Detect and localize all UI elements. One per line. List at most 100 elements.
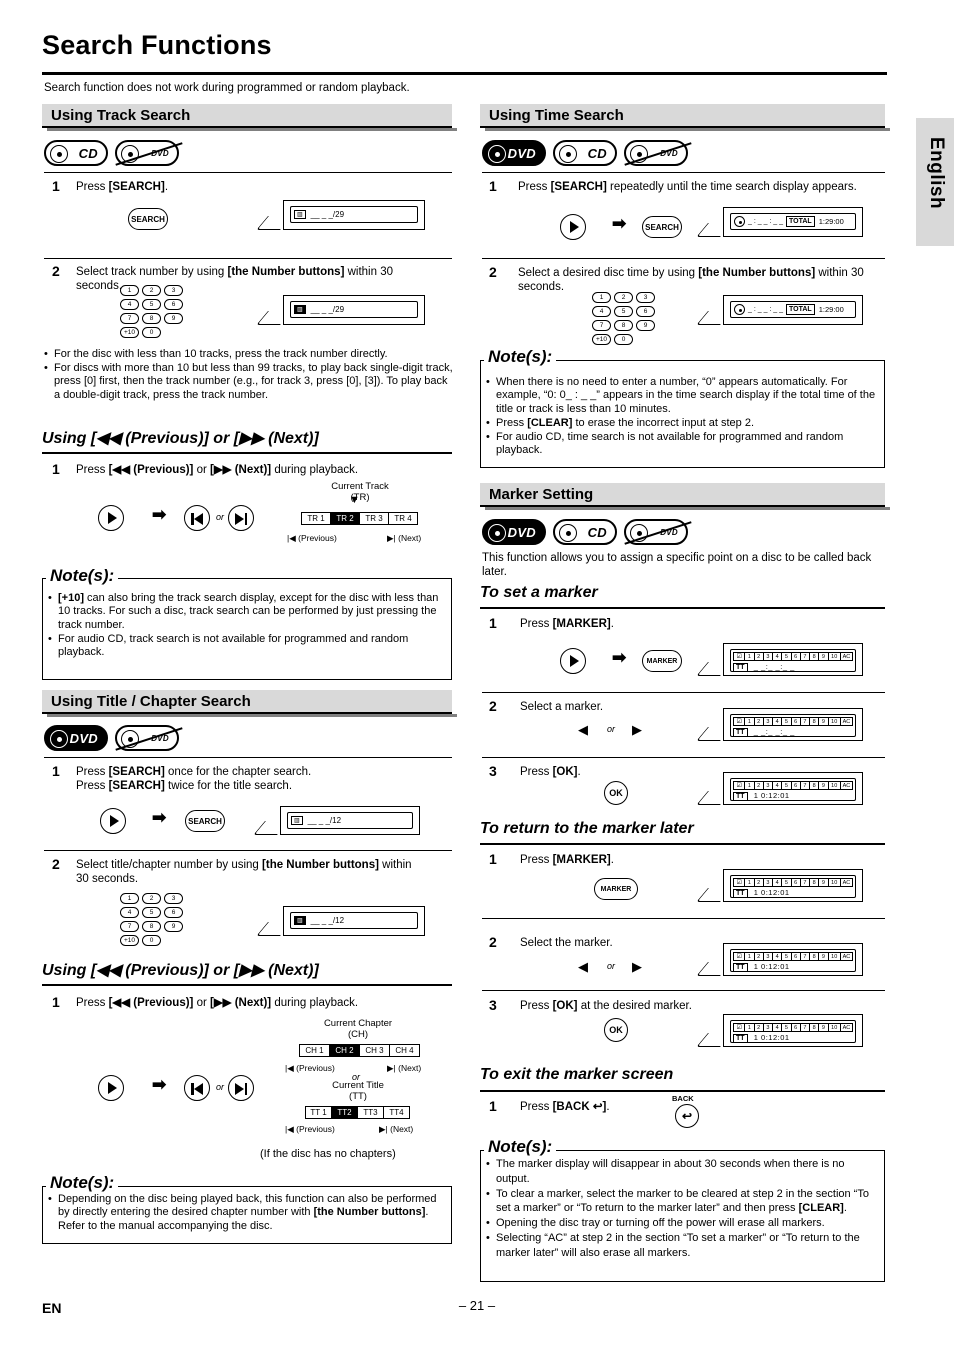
section-header-title-chapter-search: Using Title / Chapter Search: [42, 690, 457, 717]
marker-cell: 10: [827, 717, 841, 726]
subsection-divider: [480, 607, 885, 609]
section-title-title-chapter: Using Title / Chapter Search: [51, 693, 251, 710]
page-number: – 21 –: [458, 1298, 496, 1313]
arrow-down-icon: ▼: [349, 494, 360, 506]
disc-icon-cd: CD: [553, 140, 617, 166]
title-box: TT4: [383, 1106, 410, 1119]
ok-button-icon: OK: [604, 781, 628, 805]
marker-cell-row: ☑ 1 2 3 4 5 6 7 8 9 10 AC: [733, 952, 854, 961]
disc-label: DVD: [507, 524, 536, 540]
marker-button-icon: MARKER: [594, 878, 638, 900]
title-box: TT3: [357, 1106, 384, 1119]
disc-glyph-icon: [121, 145, 139, 163]
note-title: Note(s):: [484, 1137, 557, 1157]
marker-time: 1 0:12:01: [753, 791, 790, 800]
note-marker-items: The marker display will disappear in abo…: [486, 1157, 880, 1261]
marker-tt-badge: TT: [733, 889, 748, 898]
display-time-search-2: _ : _ _ : _ _ TOTAL 1:29:00: [696, 295, 863, 325]
step-text: Press [MARKER].: [520, 618, 614, 630]
display-track-search-2: ▥ __ _ _/29: [256, 295, 425, 325]
step-number: 1: [52, 994, 60, 1010]
note-item: Depending on the disc being played back,…: [48, 1193, 446, 1233]
marker-cell-ac: AC: [839, 1023, 854, 1032]
subsection-divider: [480, 843, 885, 845]
or-label: or: [216, 1082, 225, 1092]
display-value: __ _ _/12: [310, 916, 345, 925]
display-frame: _ : _ _ : _ _ TOTAL 1:29:00: [730, 213, 856, 230]
display-time-search-1: _ : _ _ : _ _ TOTAL 1:29:00: [696, 207, 863, 237]
display-tail: [696, 791, 732, 805]
play-button-icon: [560, 648, 586, 674]
display-marker-3: ☑ 1 2 3 4 5 6 7 8 9 10 AC TT 1 0:12:01: [696, 772, 863, 805]
divider: [482, 918, 885, 919]
marker-cell-ac: AC: [839, 652, 854, 661]
display-frame: ☑ 1 2 3 4 5 6 7 8 9 10 AC TT 1 0:12:01: [730, 949, 856, 972]
header-shadow: [485, 128, 890, 131]
display-tail: [696, 1033, 732, 1047]
display-frame: ▥ __ _ _/29: [290, 301, 418, 318]
disc-glyph-icon: [559, 145, 577, 163]
arrow-right-icon: ➡: [152, 505, 167, 524]
marker-cell: 10: [827, 952, 841, 961]
display-frame: ☑ 1 2 3 4 5 6 7 8 9 10 AC TT _ _:_ _:_ _: [730, 714, 856, 737]
label-line-2: (TT): [349, 1091, 367, 1102]
display-marker-2: ☑ 1 2 3 4 5 6 7 8 9 10 AC TT _ _:_ _:_ _: [696, 708, 863, 741]
footer-language-code: EN: [42, 1300, 62, 1316]
note-item: For audio CD, time search is not availab…: [486, 431, 880, 458]
or-label: or: [607, 961, 616, 971]
display-tail: [256, 922, 292, 936]
step-text: Press [◀◀ (Previous)] or [▶▶ (Next)] dur…: [76, 997, 359, 1009]
display-tail: [696, 311, 732, 325]
disc-label: DVD: [151, 733, 169, 743]
display-time-value: 1:29:00: [818, 217, 844, 226]
note-title: Note(s):: [46, 1173, 119, 1193]
note-track-items: [+10] can also bring the track search di…: [48, 592, 446, 660]
next-label: ▶| (Next): [387, 1063, 422, 1073]
disc-label: CD: [78, 145, 98, 161]
number-keypad-icon: 123 456 789 +10 0: [120, 285, 183, 341]
label-line-1: Current Track: [331, 481, 389, 492]
subsection-prev-next-chapter: Using [◀◀ (Previous)] or [▶▶ (Next)]: [42, 962, 319, 979]
marker-cell-ac: AC: [839, 717, 854, 726]
marker-cell-ac: AC: [839, 878, 854, 887]
key-label: MARKER: [646, 657, 678, 665]
display-return-marker-2: ☑ 1 2 3 4 5 6 7 8 9 10 AC TT 1 0:12:01: [696, 943, 863, 976]
marker-time: _ _:_ _:_ _: [753, 727, 795, 736]
media-icons-track-search: CD DVD: [44, 140, 179, 166]
note-chapter-items: Depending on the disc being played back,…: [48, 1193, 446, 1234]
step-number: 2: [489, 698, 497, 714]
title-divider: [42, 72, 887, 75]
display-tail: [696, 888, 732, 902]
display-total-badge: TOTAL: [786, 304, 815, 315]
marker-status-row: TT 1 0:12:01: [733, 962, 853, 972]
skip-previous-button-icon: [184, 1075, 210, 1101]
arrow-right-icon: ▶: [632, 722, 642, 737]
current-chapter-label: Current Chapter (CH): [298, 1018, 418, 1040]
disc-icon-dvd: DVD: [482, 140, 546, 166]
section-title-marker-setting: Marker Setting: [489, 486, 594, 503]
header-shadow: [485, 507, 890, 510]
step-number: 2: [489, 264, 497, 280]
disc-icon-dvd-disabled: DVD: [115, 725, 179, 751]
step-number: 2: [489, 934, 497, 950]
step-text: Press [SEARCH].: [76, 181, 169, 193]
disc-icon-dvd-disabled: DVD: [624, 140, 688, 166]
marker-tt-badge: TT: [733, 728, 748, 737]
track-box: TR 3: [359, 512, 389, 525]
language-tab-label: English: [926, 136, 947, 210]
disc-label: CD: [587, 524, 607, 540]
divider: [44, 258, 452, 259]
display-frame: ☑ 1 2 3 4 5 6 7 8 9 10 AC TT 1 0:12:01: [730, 875, 856, 898]
next-label: ▶| (Next): [379, 1124, 414, 1134]
step-text: Press [MARKER].: [520, 854, 614, 866]
step-text: Press [SEARCH] once for the chapter sear…: [76, 766, 312, 792]
step-text: Select a desired disc time by using [the…: [518, 267, 864, 293]
display-value: __ _ _/29: [310, 210, 345, 219]
marker-intro: This function allows you to assign a spe…: [482, 552, 872, 578]
previous-label: |◀ (Previous): [285, 1124, 335, 1134]
arrow-right-icon: ➡: [612, 648, 627, 667]
section-title-track-search: Using Track Search: [51, 107, 191, 124]
display-value: __ _ _/29: [310, 305, 345, 314]
note-title: Note(s):: [46, 566, 119, 586]
display-tail: [256, 311, 292, 325]
